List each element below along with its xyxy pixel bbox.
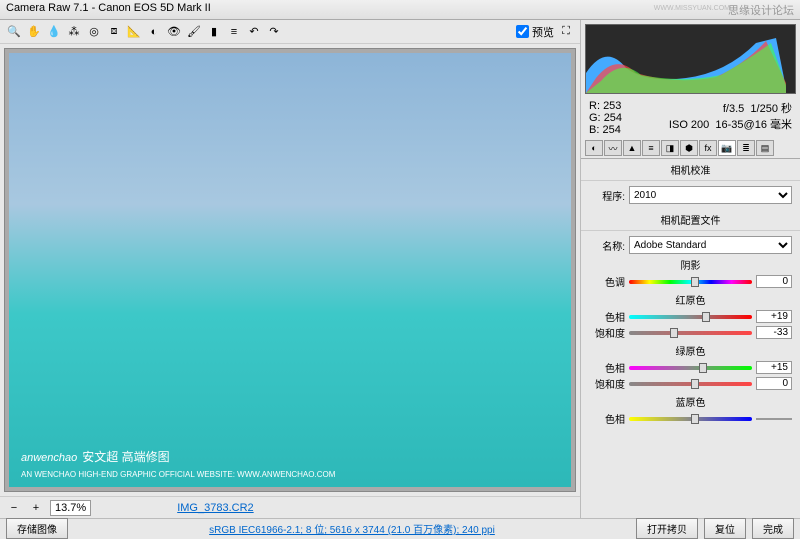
blue-section: 蓝原色 <box>589 393 792 410</box>
tab-basic-icon[interactable]: ◐ <box>585 140 603 156</box>
green-hue-slider[interactable] <box>629 361 752 375</box>
panel-title: 相机校准 <box>581 159 800 181</box>
sampler-icon[interactable]: ⁂ <box>66 24 82 40</box>
histogram[interactable] <box>585 24 796 94</box>
rgb-readout: R: 253 G: 254 B: 254 f/3.5 1/250 秒 ISO 2… <box>581 98 800 138</box>
fullscreen-icon[interactable]: ⛶ <box>558 24 574 40</box>
adjustment-tabs: ◐ 〰 ▲ ≡ ◨ ⬢ fx 📷 ≣ ▤ <box>581 138 800 159</box>
done-button[interactable]: 完成 <box>752 518 794 539</box>
reset-button[interactable]: 复位 <box>704 518 746 539</box>
image-watermark: anwenchao 安文超 高端修图 <box>21 444 170 467</box>
green-hue-value[interactable]: +15 <box>756 361 792 374</box>
preview-area[interactable]: anwenchao 安文超 高端修图 AN WENCHAO HIGH-END G… <box>4 48 576 492</box>
red-sat-value[interactable]: -33 <box>756 326 792 339</box>
blue-hue-value[interactable] <box>756 418 792 420</box>
zoom-in-icon[interactable]: + <box>28 500 44 516</box>
workflow-link[interactable]: sRGB IEC61966-2.1; 8 位; 5616 x 3744 (21.… <box>209 521 495 536</box>
tab-hsl-icon[interactable]: ≡ <box>642 140 660 156</box>
page-watermark-url: WWW.MISSYUAN.COM <box>654 5 730 12</box>
green-sat-value[interactable]: 0 <box>756 377 792 390</box>
rotate-ccw-icon[interactable]: ↶ <box>246 24 262 40</box>
tab-presets-icon[interactable]: ≣ <box>737 140 755 156</box>
shadow-tint-value[interactable]: 0 <box>756 275 792 288</box>
red-sat-label: 饱和度 <box>589 325 625 340</box>
tab-lens-icon[interactable]: ⬢ <box>680 140 698 156</box>
process-select[interactable]: 2010 <box>629 186 792 204</box>
filename: IMG_3783.CR2 <box>177 502 253 514</box>
save-button[interactable]: 存储图像 <box>6 518 68 539</box>
rotate-cw-icon[interactable]: ↷ <box>266 24 282 40</box>
open-copy-button[interactable]: 打开拷贝 <box>636 518 698 539</box>
blue-hue-slider[interactable] <box>629 412 752 426</box>
tab-split-icon[interactable]: ◨ <box>661 140 679 156</box>
tab-fx-icon[interactable]: fx <box>699 140 717 156</box>
hand-tool-icon[interactable]: ✋ <box>26 24 42 40</box>
prefs-icon[interactable]: ≡ <box>226 24 242 40</box>
process-label: 程序: <box>589 188 625 203</box>
preview-image: anwenchao 安文超 高端修图 AN WENCHAO HIGH-END G… <box>9 53 571 487</box>
crop-icon[interactable]: ⧈ <box>106 24 122 40</box>
green-sat-label: 饱和度 <box>589 376 625 391</box>
profile-select[interactable]: Adobe Standard <box>629 236 792 254</box>
preview-checkbox[interactable] <box>516 25 529 38</box>
name-label: 名称: <box>589 238 625 253</box>
tab-detail-icon[interactable]: ▲ <box>623 140 641 156</box>
tab-camera-icon[interactable]: 📷 <box>718 140 736 156</box>
shadow-tint-label: 色调 <box>589 274 625 289</box>
brush-icon[interactable]: 🖌 <box>186 24 202 40</box>
red-hue-value[interactable]: +19 <box>756 310 792 323</box>
spot-heal-icon[interactable]: ◐ <box>146 24 162 40</box>
straighten-icon[interactable]: 📐 <box>126 24 142 40</box>
tab-curve-icon[interactable]: 〰 <box>604 140 622 156</box>
green-sat-slider[interactable] <box>629 377 752 391</box>
window-title: Camera Raw 7.1 - Canon EOS 5D Mark II <box>6 2 211 14</box>
toolbar: 🔍 ✋ 💧 ⁂ ◎ ⧈ 📐 ◐ 👁 🖌 ▮ ≡ ↶ ↷ 预览 ⛶ <box>0 20 580 44</box>
red-section: 红原色 <box>589 291 792 308</box>
image-watermark-sub: AN WENCHAO HIGH-END GRAPHIC OFFICIAL WEB… <box>21 470 335 479</box>
red-hue-slider[interactable] <box>629 310 752 324</box>
red-hue-label: 色相 <box>589 309 625 324</box>
green-hue-label: 色相 <box>589 360 625 375</box>
green-section: 绿原色 <box>589 342 792 359</box>
preview-toggle[interactable]: 预览 <box>516 24 554 40</box>
red-sat-slider[interactable] <box>629 326 752 340</box>
zoom-tool-icon[interactable]: 🔍 <box>6 24 22 40</box>
shadow-tint-slider[interactable] <box>629 275 752 289</box>
zoom-bar: − + 13.7% IMG_3783.CR2 <box>0 496 580 518</box>
eyedropper-icon[interactable]: 💧 <box>46 24 62 40</box>
gradient-icon[interactable]: ▮ <box>206 24 222 40</box>
page-watermark: 思缘设计论坛 <box>728 2 794 18</box>
zoom-level[interactable]: 13.7% <box>50 500 91 516</box>
bottom-bar: 存储图像 sRGB IEC61966-2.1; 8 位; 5616 x 3744… <box>0 518 800 538</box>
blue-hue-label: 色相 <box>589 411 625 426</box>
profile-header: 相机配置文件 <box>581 209 800 231</box>
target-adjust-icon[interactable]: ◎ <box>86 24 102 40</box>
shadow-section: 阴影 <box>589 256 792 273</box>
redeye-icon[interactable]: 👁 <box>166 24 182 40</box>
zoom-out-icon[interactable]: − <box>6 500 22 516</box>
tab-snapshots-icon[interactable]: ▤ <box>756 140 774 156</box>
